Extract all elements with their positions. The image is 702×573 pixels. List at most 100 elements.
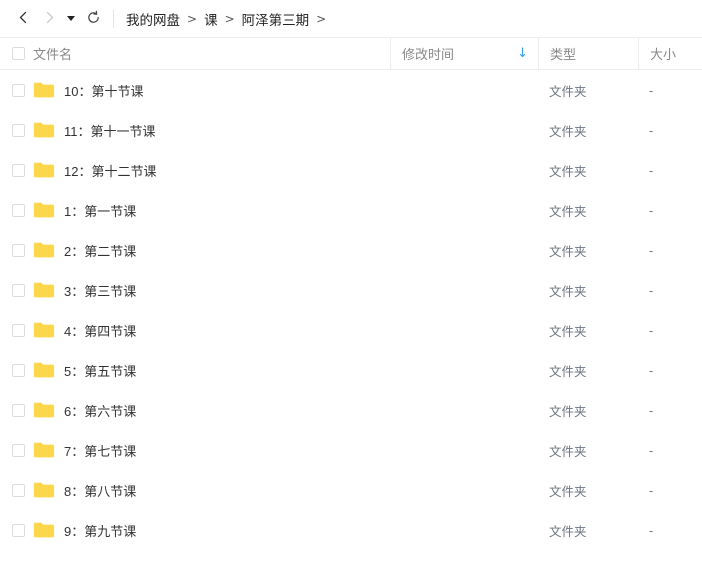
row-type-label: 文件夹 bbox=[549, 325, 587, 339]
row-type-label: 文件夹 bbox=[549, 525, 587, 539]
row-size-label: - bbox=[649, 84, 653, 98]
back-button[interactable] bbox=[10, 6, 36, 32]
row-size-cell: - bbox=[638, 323, 702, 338]
row-size-cell: - bbox=[638, 163, 702, 178]
row-size-label: - bbox=[649, 484, 653, 498]
row-type-label: 文件夹 bbox=[549, 285, 587, 299]
breadcrumb-item-level1[interactable]: 课 bbox=[203, 9, 219, 29]
row-type-label: 文件夹 bbox=[549, 245, 587, 259]
sort-descending-icon[interactable]: ↓ bbox=[517, 47, 528, 60]
table-row[interactable]: 11：第十一节课 文件夹 - bbox=[0, 110, 702, 150]
row-name-label[interactable]: 7：第七节课 bbox=[64, 441, 136, 460]
column-header-size-label: 大小 bbox=[650, 44, 676, 63]
breadcrumb-separator-trailing: > bbox=[316, 12, 326, 26]
row-name-label[interactable]: 2：第二节课 bbox=[64, 241, 136, 260]
refresh-icon bbox=[86, 10, 101, 28]
row-checkbox[interactable] bbox=[12, 324, 25, 337]
row-size-cell: - bbox=[638, 203, 702, 218]
folder-icon bbox=[33, 401, 64, 419]
row-name-label[interactable]: 11：第十一节课 bbox=[64, 121, 156, 140]
row-type-cell: 文件夹 bbox=[538, 481, 638, 500]
select-all-checkbox[interactable] bbox=[12, 47, 25, 60]
row-size-label: - bbox=[649, 364, 653, 378]
row-type-cell: 文件夹 bbox=[538, 321, 638, 340]
row-name-label[interactable]: 3：第三节课 bbox=[64, 281, 136, 300]
chevron-left-icon bbox=[16, 10, 31, 28]
row-type-label: 文件夹 bbox=[549, 485, 587, 499]
table-row[interactable]: 2：第二节课 文件夹 - bbox=[0, 230, 702, 270]
row-checkbox[interactable] bbox=[12, 444, 25, 457]
row-select-cell bbox=[0, 524, 33, 537]
refresh-button[interactable] bbox=[80, 6, 106, 32]
row-checkbox[interactable] bbox=[12, 124, 25, 137]
table-row[interactable]: 10：第十节课 文件夹 - bbox=[0, 70, 702, 110]
breadcrumb-separator: > bbox=[225, 12, 235, 26]
history-dropdown-button[interactable] bbox=[62, 6, 80, 32]
row-type-cell: 文件夹 bbox=[538, 361, 638, 380]
row-size-cell: - bbox=[638, 243, 702, 258]
table-row[interactable]: 4：第四节课 文件夹 - bbox=[0, 310, 702, 350]
column-header-type[interactable]: 类型 bbox=[538, 38, 638, 70]
row-select-cell bbox=[0, 244, 33, 257]
row-name-label[interactable]: 4：第四节课 bbox=[64, 321, 136, 340]
row-checkbox[interactable] bbox=[12, 404, 25, 417]
row-name-label[interactable]: 6：第六节课 bbox=[64, 401, 136, 420]
row-select-cell bbox=[0, 364, 33, 377]
breadcrumb-item-root[interactable]: 我的网盘 bbox=[125, 9, 181, 29]
row-name-cell: 6：第六节课 bbox=[33, 401, 390, 420]
file-list-table: 文件名 修改时间 ↓ 类型 大小 10：第十节课 文件 bbox=[0, 37, 702, 550]
table-row[interactable]: 1：第一节课 文件夹 - bbox=[0, 190, 702, 230]
table-row[interactable]: 6：第六节课 文件夹 - bbox=[0, 390, 702, 430]
column-header-time-label: 修改时间 bbox=[402, 44, 454, 63]
row-size-label: - bbox=[649, 244, 653, 258]
row-name-cell: 4：第四节课 bbox=[33, 321, 390, 340]
table-row[interactable]: 5：第五节课 文件夹 - bbox=[0, 350, 702, 390]
row-name-label[interactable]: 5：第五节课 bbox=[64, 361, 136, 380]
row-name-label[interactable]: 10：第十节课 bbox=[64, 81, 143, 100]
row-name-label[interactable]: 8：第八节课 bbox=[64, 481, 136, 500]
select-all-cell bbox=[0, 47, 33, 60]
row-checkbox[interactable] bbox=[12, 244, 25, 257]
row-name-label[interactable]: 12：第十二节课 bbox=[64, 161, 156, 180]
breadcrumb-item-current[interactable]: 阿泽第三期 bbox=[241, 9, 311, 29]
row-size-cell: - bbox=[638, 83, 702, 98]
row-checkbox[interactable] bbox=[12, 204, 25, 217]
row-size-label: - bbox=[649, 524, 653, 538]
row-type-cell: 文件夹 bbox=[538, 121, 638, 140]
row-name-label[interactable]: 1：第一节课 bbox=[64, 201, 136, 220]
nav-button-group bbox=[10, 6, 106, 32]
table-row[interactable]: 12：第十二节课 文件夹 - bbox=[0, 150, 702, 190]
folder-icon bbox=[33, 321, 64, 339]
row-size-cell: - bbox=[638, 483, 702, 498]
row-size-label: - bbox=[649, 204, 653, 218]
row-select-cell bbox=[0, 164, 33, 177]
row-checkbox[interactable] bbox=[12, 164, 25, 177]
row-select-cell bbox=[0, 284, 33, 297]
table-row[interactable]: 8：第八节课 文件夹 - bbox=[0, 470, 702, 510]
row-type-label: 文件夹 bbox=[549, 205, 587, 219]
row-size-cell: - bbox=[638, 403, 702, 418]
row-type-cell: 文件夹 bbox=[538, 81, 638, 100]
folder-icon bbox=[33, 201, 64, 219]
table-row[interactable]: 3：第三节课 文件夹 - bbox=[0, 270, 702, 310]
row-type-cell: 文件夹 bbox=[538, 521, 638, 540]
row-checkbox[interactable] bbox=[12, 284, 25, 297]
forward-button[interactable] bbox=[36, 6, 62, 32]
folder-icon bbox=[33, 161, 64, 179]
row-size-cell: - bbox=[638, 283, 702, 298]
column-header-time[interactable]: 修改时间 ↓ bbox=[390, 38, 538, 70]
column-header-name[interactable]: 文件名 bbox=[33, 44, 390, 63]
column-header-size[interactable]: 大小 bbox=[638, 38, 702, 70]
folder-icon bbox=[33, 441, 64, 459]
table-row[interactable]: 9：第九节课 文件夹 - bbox=[0, 510, 702, 550]
row-checkbox[interactable] bbox=[12, 84, 25, 97]
row-checkbox[interactable] bbox=[12, 364, 25, 377]
row-size-label: - bbox=[649, 404, 653, 418]
toolbar-divider bbox=[113, 10, 114, 28]
folder-icon bbox=[33, 121, 64, 139]
row-size-cell: - bbox=[638, 443, 702, 458]
row-name-label[interactable]: 9：第九节课 bbox=[64, 521, 136, 540]
table-row[interactable]: 7：第七节课 文件夹 - bbox=[0, 430, 702, 470]
row-checkbox[interactable] bbox=[12, 524, 25, 537]
row-checkbox[interactable] bbox=[12, 484, 25, 497]
